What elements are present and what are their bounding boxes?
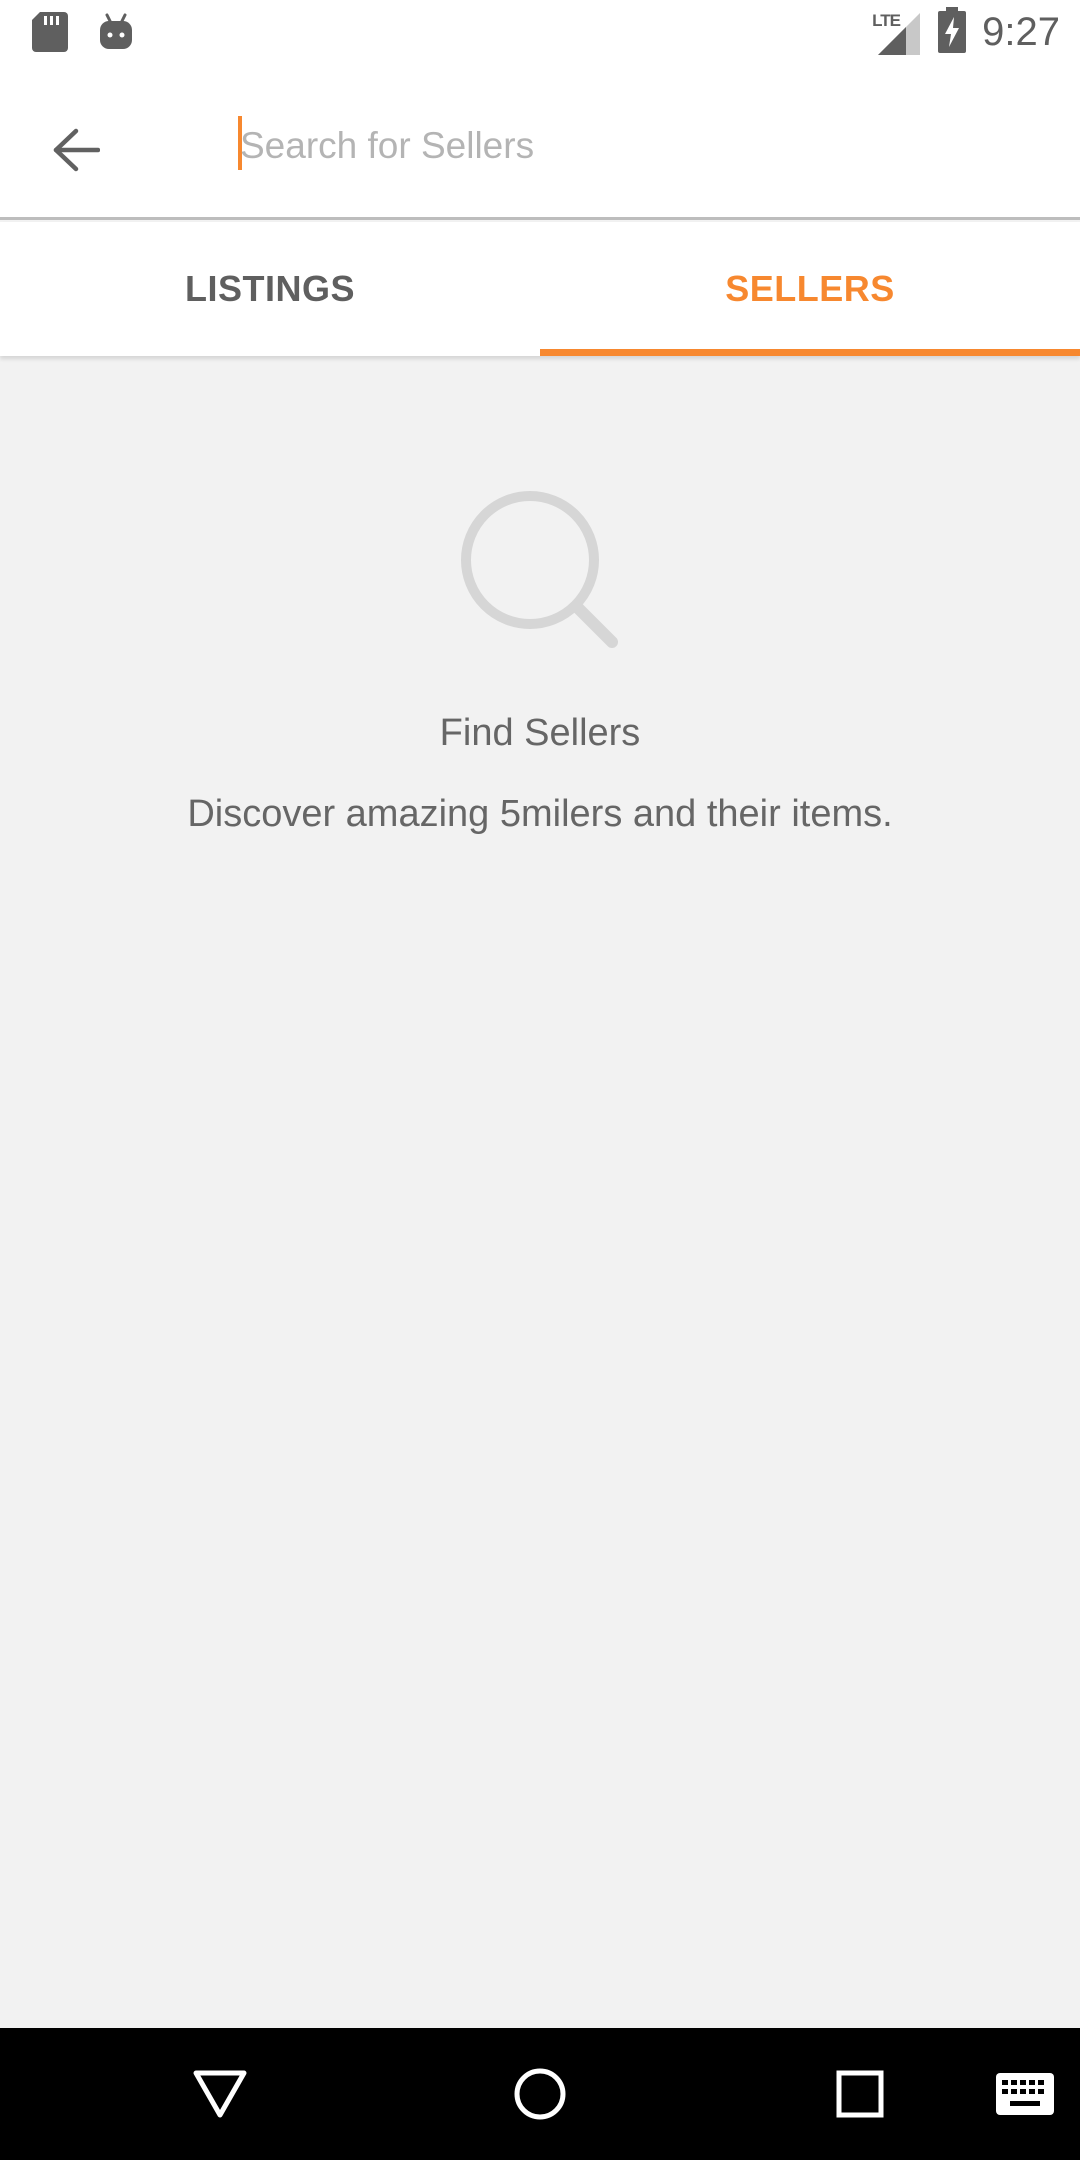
- tab-sellers[interactable]: SELLERS: [540, 222, 1080, 356]
- status-right: LTE 9:27: [872, 6, 1060, 58]
- search-icon: [461, 491, 618, 648]
- battery-charging-icon: [938, 6, 967, 58]
- nav-keyboard-button[interactable]: [994, 2062, 1056, 2126]
- tab-sellers-label: SELLERS: [725, 268, 895, 309]
- keyboard-icon: [996, 2073, 1054, 2115]
- tab-listings-label: LISTINGS: [184, 268, 355, 309]
- search-input[interactable]: [238, 108, 1038, 184]
- android-icon: [98, 13, 134, 56]
- tab-bar: LISTINGS SELLERS: [0, 222, 1080, 356]
- search-toolbar: [0, 66, 1080, 220]
- status-left: [32, 12, 134, 57]
- arrow-back-icon: [53, 128, 100, 172]
- sd-card-icon: [32, 12, 68, 57]
- nav-home-button[interactable]: [508, 2062, 572, 2126]
- empty-state: Find Sellers Discover amazing 5milers an…: [0, 490, 1080, 836]
- signal-icon: LTE: [872, 9, 922, 55]
- nav-recents-button[interactable]: [828, 2062, 892, 2126]
- screen: LTE 9:27 Search for Sellers LISTINGS SEL…: [0, 0, 1080, 2160]
- nav-back-button[interactable]: [188, 2062, 252, 2126]
- empty-state-subtitle: Discover amazing 5milers and their items…: [187, 793, 893, 835]
- empty-state-title: Find Sellers: [439, 712, 641, 754]
- status-time: 9:27: [982, 9, 1060, 54]
- back-triangle-icon: [193, 2070, 247, 2118]
- system-nav-bar: [0, 2028, 1080, 2160]
- recents-square-icon: [836, 2070, 884, 2118]
- tab-listings[interactable]: LISTINGS: [0, 222, 540, 356]
- back-button[interactable]: [40, 114, 112, 186]
- status-bar: LTE 9:27: [0, 0, 1080, 66]
- search-field[interactable]: [238, 108, 1038, 184]
- home-circle-icon: [514, 2068, 566, 2120]
